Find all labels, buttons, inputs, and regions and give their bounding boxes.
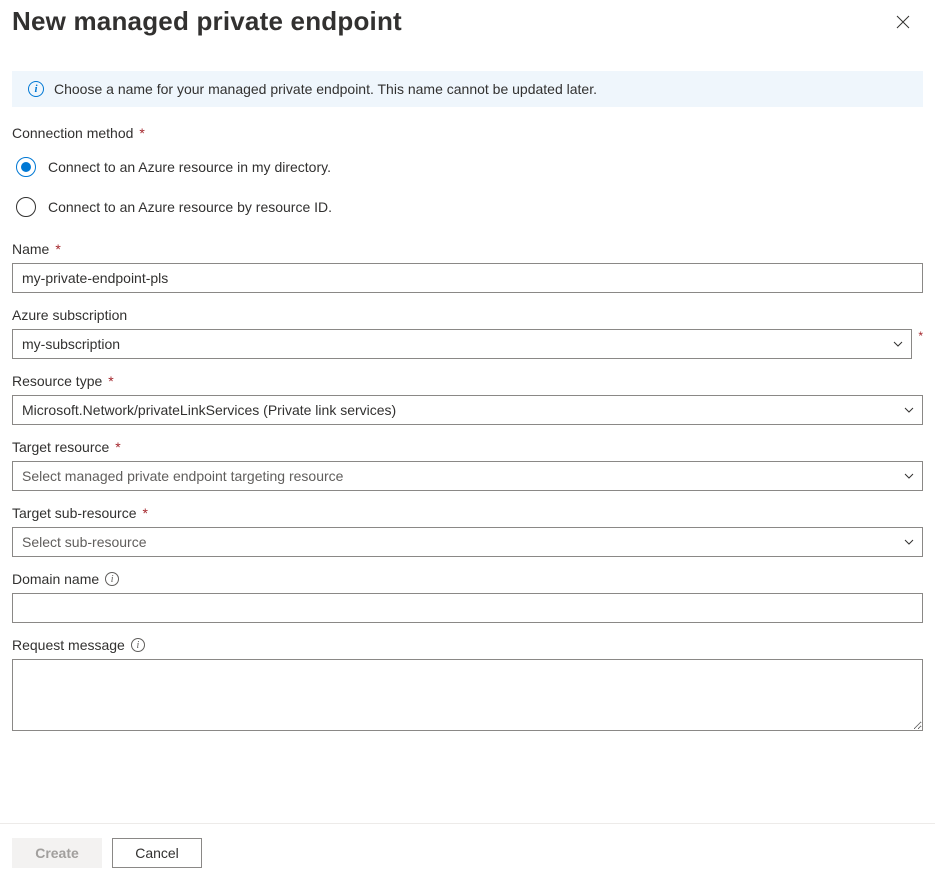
panel-title: New managed private endpoint xyxy=(12,6,402,37)
request-message-label: Request message i xyxy=(12,637,923,653)
radio-label: Connect to an Azure resource by resource… xyxy=(48,199,332,215)
cancel-button[interactable]: Cancel xyxy=(112,838,202,868)
connection-method-label: Connection method* xyxy=(12,125,923,141)
info-icon[interactable]: i xyxy=(105,572,119,586)
panel-header: New managed private endpoint xyxy=(0,0,935,37)
resource-type-select[interactable] xyxy=(12,395,923,425)
subscription-required-indicator: * xyxy=(918,329,923,343)
radio-icon xyxy=(16,157,36,177)
target-resource-select[interactable] xyxy=(12,461,923,491)
subscription-label: Azure subscription xyxy=(12,307,923,323)
radio-icon xyxy=(16,197,36,217)
target-sub-resource-select[interactable] xyxy=(12,527,923,557)
close-icon xyxy=(896,15,910,29)
panel-footer: Create Cancel xyxy=(0,823,935,882)
target-sub-resource-label: Target sub-resource* xyxy=(12,505,923,521)
request-message-input[interactable] xyxy=(12,659,923,731)
name-label: Name* xyxy=(12,241,923,257)
info-banner: i Choose a name for your managed private… xyxy=(12,71,923,107)
radio-label: Connect to an Azure resource in my direc… xyxy=(48,159,331,175)
domain-name-input[interactable] xyxy=(12,593,923,623)
domain-name-label: Domain name i xyxy=(12,571,923,587)
info-icon: i xyxy=(28,81,44,97)
info-banner-text: Choose a name for your managed private e… xyxy=(54,81,597,97)
create-button[interactable]: Create xyxy=(12,838,102,868)
name-input[interactable] xyxy=(12,263,923,293)
connection-method-directory[interactable]: Connect to an Azure resource in my direc… xyxy=(12,147,923,187)
connection-method-resource-id[interactable]: Connect to an Azure resource by resource… xyxy=(12,187,923,227)
resource-type-label: Resource type* xyxy=(12,373,923,389)
connection-method-group: Connect to an Azure resource in my direc… xyxy=(12,147,923,227)
subscription-select[interactable] xyxy=(12,329,912,359)
close-button[interactable] xyxy=(889,8,917,36)
target-resource-label: Target resource* xyxy=(12,439,923,455)
info-icon[interactable]: i xyxy=(131,638,145,652)
